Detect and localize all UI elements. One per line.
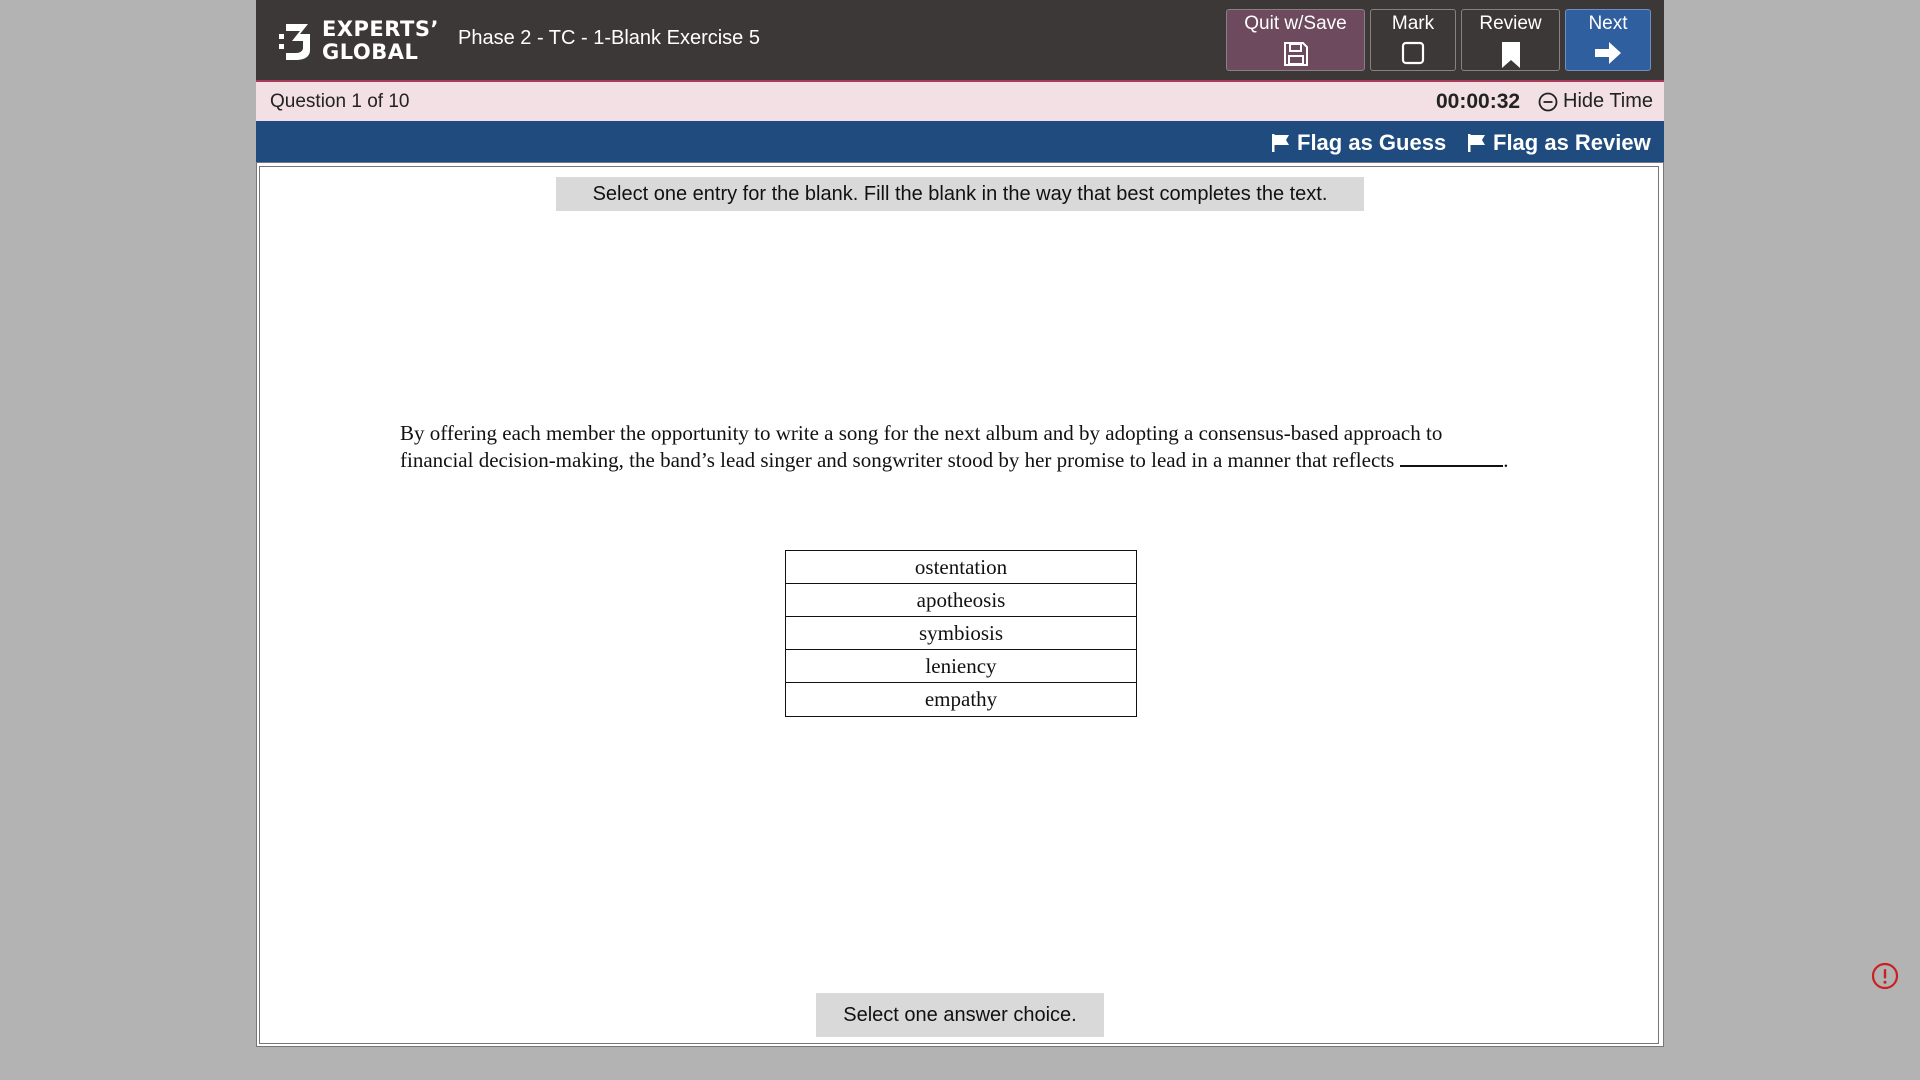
flag-icon (1272, 134, 1289, 152)
flag-bar: Flag as Guess Flag as Review (256, 121, 1664, 162)
floppy-disk-icon (1283, 42, 1308, 66)
logo-mark-icon (279, 24, 310, 60)
answer-choice[interactable]: apotheosis (786, 584, 1136, 617)
top-bar: EXPERTS’ GLOBAL Phase 2 - TC - 1-Blank E… (256, 0, 1664, 82)
question-total: 10 (388, 91, 410, 112)
next-button[interactable]: Next (1565, 9, 1651, 71)
answer-blank (1400, 447, 1504, 467)
review-button[interactable]: Review (1461, 9, 1560, 71)
flag-as-review-label: Flag as Review (1493, 130, 1651, 155)
flag-as-guess-label: Flag as Guess (1297, 130, 1447, 155)
arrow-right-icon (1595, 42, 1621, 64)
next-label: Next (1588, 13, 1628, 34)
passage-end: . (1503, 448, 1509, 472)
bookmark-icon (1501, 42, 1520, 68)
answer-choice[interactable]: ostentation (786, 551, 1136, 584)
quit-save-button[interactable]: Quit w/Save (1226, 9, 1365, 71)
answer-choice[interactable]: leniency (786, 650, 1136, 683)
answer-choices: ostentation apotheosis symbiosis lenienc… (785, 550, 1137, 717)
mark-label: Mark (1391, 13, 1435, 34)
review-label: Review (1479, 13, 1542, 34)
hide-time-label: Hide Time (1563, 90, 1654, 112)
minus-circle-icon (1538, 92, 1558, 111)
quit-save-label: Quit w/Save (1244, 13, 1347, 34)
exam-title: Phase 2 - TC - 1-Blank Exercise 5 (458, 27, 760, 49)
question-passage: By offering each member the opportunity … (400, 420, 1520, 474)
status-message: Select one answer choice. (816, 993, 1104, 1037)
answer-choice[interactable]: empathy (786, 683, 1136, 716)
flag-as-review-button[interactable]: Flag as Review (1467, 130, 1651, 156)
logo-line-2: GLOBAL (322, 40, 419, 64)
passage-text: By offering each member the opportunity … (400, 421, 1443, 472)
question-bar: Question 1 of 10 00:00:32 Hide Time (256, 82, 1664, 121)
logo-text: EXPERTS’ GLOBAL (322, 18, 439, 64)
flag-as-guess-button[interactable]: Flag as Guess (1271, 130, 1446, 156)
question-number: 1 (351, 91, 362, 112)
experts-global-logo: EXPERTS’ GLOBAL (278, 18, 438, 66)
hide-time-button[interactable]: Hide Time (1538, 90, 1653, 113)
directions: Select one entry for the blank. Fill the… (556, 177, 1364, 211)
question-label: Question (270, 91, 347, 112)
of-label: of (367, 91, 384, 112)
answer-choice[interactable]: symbiosis (786, 617, 1136, 650)
question-content: Select one entry for the blank. Fill the… (259, 166, 1659, 1044)
timer: 00:00:32 (1436, 90, 1521, 113)
question-counter: Question 1 of 10 (270, 91, 409, 113)
exam-frame: EXPERTS’ GLOBAL Phase 2 - TC - 1-Blank E… (256, 0, 1664, 1047)
logo-line-1: EXPERTS’ (322, 17, 439, 41)
mark-button[interactable]: Mark (1370, 9, 1456, 71)
checkbox-icon (1401, 41, 1425, 65)
exclamation-circle-icon[interactable] (1871, 962, 1899, 990)
flag-icon (1468, 134, 1485, 152)
